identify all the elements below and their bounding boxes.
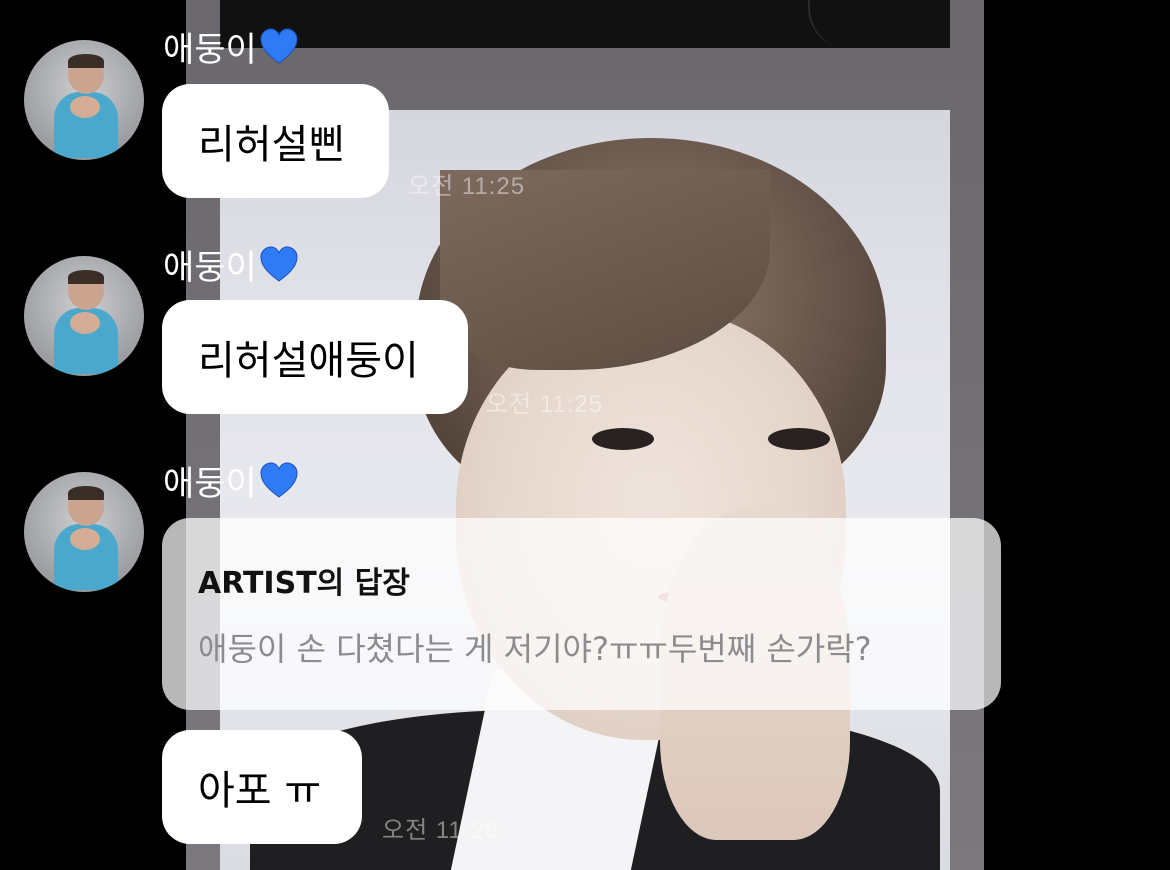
reply-quote-text: 애둥이 손 다쳤다는 게 저기야?ㅠㅠ두번째 손가락?: [198, 630, 872, 668]
sender-avatar[interactable]: [24, 40, 144, 160]
avatar-hands: [70, 528, 100, 550]
sender-name: 애둥이: [163, 248, 257, 288]
sender-avatar[interactable]: [24, 472, 144, 592]
blue-heart-icon: [260, 27, 298, 64]
message-text: 리허설삔: [198, 122, 346, 168]
message-text: 아포 ㅠ: [198, 768, 322, 814]
avatar-hair: [68, 486, 104, 500]
message-text: 리허설애둥이: [198, 338, 419, 384]
sender-name: 애둥이: [163, 464, 257, 504]
blue-heart-icon: [260, 245, 298, 282]
sender-avatar[interactable]: [24, 256, 144, 376]
avatar-hands: [70, 312, 100, 334]
message-bubble[interactable]: 리허설삔: [162, 84, 389, 198]
avatar-hair: [68, 270, 104, 284]
blue-heart-icon: [260, 461, 298, 498]
reply-quote-bubble[interactable]: ARTIST의 답장 애둥이 손 다쳤다는 게 저기야?ㅠㅠ두번째 손가락?: [162, 518, 1001, 710]
photo-eye-left: [592, 428, 654, 450]
photo-eye-right: [768, 428, 830, 450]
avatar-hands: [70, 96, 100, 118]
sender-name-row: 애둥이: [163, 22, 299, 71]
message-time: 오전 11:25: [486, 391, 604, 418]
message-time: 오전 11:28: [382, 817, 500, 844]
previous-photo: [220, 0, 950, 48]
message-bubble[interactable]: 리허설애둥이: [162, 300, 468, 414]
photo-detail: [808, 0, 870, 48]
sender-name: 애둥이: [163, 30, 257, 70]
message-time: 오전 11:25: [408, 173, 526, 200]
avatar-hair: [68, 54, 104, 68]
reply-title: ARTIST의 답장: [198, 566, 410, 601]
message-bubble[interactable]: 아포 ㅠ: [162, 730, 362, 844]
sender-name-row: 애둥이: [163, 456, 299, 505]
sender-name-row: 애둥이: [163, 240, 299, 289]
